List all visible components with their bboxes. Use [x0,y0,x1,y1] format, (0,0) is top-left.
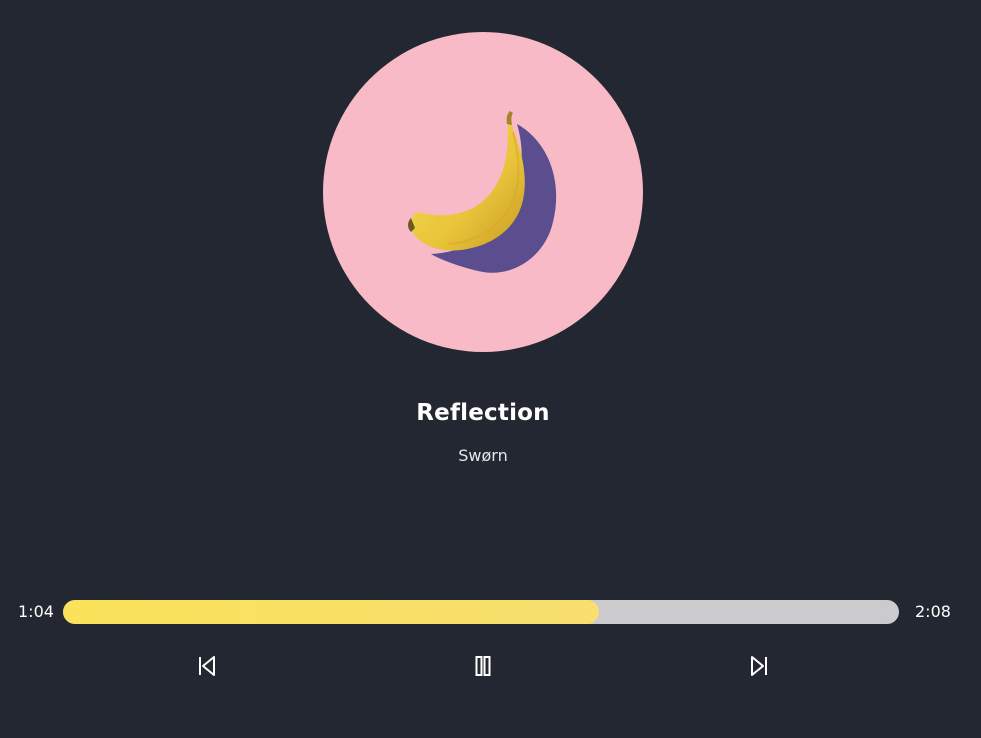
total-time: 2:08 [915,602,951,621]
pause-button[interactable] [469,652,497,680]
next-button[interactable] [745,652,773,680]
music-player: Reflection Swørn 1:04 2:08 [0,0,981,738]
track-artist: Swørn [458,446,508,465]
skip-previous-icon [199,656,215,676]
track-title: Reflection [416,400,550,426]
album-cover [323,32,643,352]
previous-button[interactable] [193,652,221,680]
elapsed-time: 1:04 [18,602,54,621]
progress-bar[interactable] [63,600,899,624]
progress-fill [63,600,599,624]
banana-image [408,111,557,273]
skip-next-icon [751,656,767,676]
pause-icon [475,656,491,676]
